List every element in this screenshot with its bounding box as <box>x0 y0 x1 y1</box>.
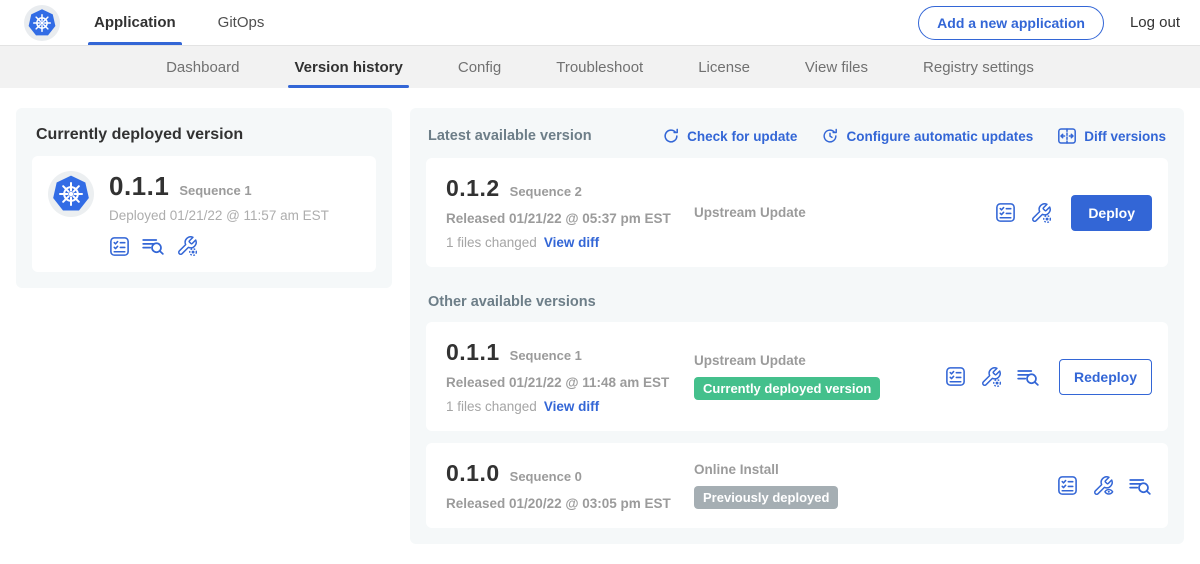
released-timestamp: Released 01/21/22 @ 11:48 am EST <box>446 375 694 390</box>
deployed-version-details: 0.1.1 Sequence 1 Deployed 01/21/22 @ 11:… <box>109 171 329 257</box>
sequence-label: Sequence 1 <box>510 348 582 363</box>
version-number: 0.1.0 <box>446 460 500 487</box>
diff-versions-label: Diff versions <box>1084 129 1166 144</box>
version-number: 0.1.1 <box>446 339 500 366</box>
version-details: 0.1.2 Sequence 2 Released 01/21/22 @ 05:… <box>446 175 694 250</box>
deployed-sequence-label: Sequence 1 <box>179 183 251 198</box>
header-actions: Add a new application Log out <box>918 6 1180 40</box>
edit-config-icon[interactable] <box>1030 202 1052 224</box>
version-history-panel: Latest available version Check for updat… <box>410 108 1184 544</box>
version-details: 0.1.1 Sequence 1 Released 01/21/22 @ 11:… <box>446 339 694 414</box>
latest-version-header: Latest available version Check for updat… <box>426 122 1168 158</box>
subnav-item-license[interactable]: License <box>698 46 750 88</box>
source-label: Upstream Update <box>694 205 995 220</box>
version-details: 0.1.0 Sequence 0 Released 01/20/22 @ 03:… <box>446 460 694 511</box>
deployed-timestamp: Deployed 01/21/22 @ 11:57 am EST <box>109 208 329 223</box>
subnav-item-config[interactable]: Config <box>458 46 501 88</box>
subnav-item-dashboard[interactable]: Dashboard <box>166 46 239 88</box>
subnav-item-registry-settings[interactable]: Registry settings <box>923 46 1034 88</box>
add-application-button[interactable]: Add a new application <box>918 6 1104 40</box>
currently-deployed-badge: Currently deployed version <box>694 377 880 400</box>
version-source: Upstream Update Currently deployed versi… <box>694 353 945 400</box>
subnav-item-troubleshoot[interactable]: Troubleshoot <box>556 46 643 88</box>
version-number: 0.1.2 <box>446 175 500 202</box>
files-changed-label: 1 files changed <box>446 235 537 250</box>
tab-gitops[interactable]: GitOps <box>216 0 267 45</box>
kubernetes-app-icon <box>48 171 94 217</box>
version-actions: Check for update Configure automatic upd… <box>662 126 1166 146</box>
version-source: Upstream Update <box>694 205 995 220</box>
release-notes-icon[interactable] <box>1057 475 1078 496</box>
check-for-update-label: Check for update <box>687 129 797 144</box>
other-versions-title: Other available versions <box>428 294 1168 310</box>
header-tabs: Application GitOps <box>92 0 266 45</box>
configure-automatic-updates-label: Configure automatic updates <box>846 129 1033 144</box>
edit-config-icon[interactable] <box>980 366 1002 388</box>
diff-icon <box>1057 126 1077 146</box>
version-row-actions: Redeploy <box>945 359 1152 395</box>
redeploy-button[interactable]: Redeploy <box>1059 359 1152 395</box>
latest-version-title: Latest available version <box>428 128 592 144</box>
edit-config-icon[interactable] <box>176 235 198 257</box>
version-row-0-1-2: 0.1.2 Sequence 2 Released 01/21/22 @ 05:… <box>426 158 1168 267</box>
version-row-0-1-0: 0.1.0 Sequence 0 Released 01/20/22 @ 03:… <box>426 443 1168 528</box>
source-label: Online Install <box>694 462 1057 477</box>
currently-deployed-title: Currently deployed version <box>36 126 376 144</box>
view-diff-link[interactable]: View diff <box>544 399 599 414</box>
release-notes-icon[interactable] <box>995 202 1016 223</box>
version-row-actions <box>1057 475 1152 497</box>
released-timestamp: Released 01/20/22 @ 03:05 pm EST <box>446 496 694 511</box>
deploy-button[interactable]: Deploy <box>1071 195 1152 231</box>
sequence-label: Sequence 0 <box>510 469 582 484</box>
view-logs-icon[interactable] <box>1128 475 1152 497</box>
currently-deployed-panel: Currently deployed version 0.1.1 Sequenc… <box>16 108 392 288</box>
release-notes-icon[interactable] <box>945 366 966 387</box>
view-logs-icon[interactable] <box>1016 366 1040 388</box>
logout-button[interactable]: Log out <box>1130 14 1180 31</box>
version-row-0-1-1: 0.1.1 Sequence 1 Released 01/21/22 @ 11:… <box>426 322 1168 431</box>
view-diff-link[interactable]: View diff <box>544 235 599 250</box>
main-content: Currently deployed version 0.1.1 Sequenc… <box>0 88 1200 564</box>
sequence-label: Sequence 2 <box>510 184 582 199</box>
diff-versions-link[interactable]: Diff versions <box>1057 126 1166 146</box>
app-header: Application GitOps Add a new application… <box>0 0 1200 45</box>
release-notes-icon[interactable] <box>109 236 130 257</box>
check-for-update-link[interactable]: Check for update <box>662 127 797 145</box>
subnav-item-view-files[interactable]: View files <box>805 46 868 88</box>
files-changed-label: 1 files changed <box>446 399 537 414</box>
schedule-update-icon <box>821 127 839 145</box>
configure-automatic-updates-link[interactable]: Configure automatic updates <box>821 127 1033 145</box>
version-source: Online Install Previously deployed <box>694 462 1057 509</box>
previously-deployed-badge: Previously deployed <box>694 486 838 509</box>
tab-application[interactable]: Application <box>92 0 178 45</box>
view-config-icon[interactable] <box>1092 475 1114 497</box>
source-label: Upstream Update <box>694 353 945 368</box>
version-row-actions: Deploy <box>995 195 1152 231</box>
view-logs-icon[interactable] <box>141 235 165 257</box>
deployed-version-number: 0.1.1 <box>109 171 169 202</box>
subnav-item-version-history[interactable]: Version history <box>294 46 402 88</box>
currently-deployed-card: 0.1.1 Sequence 1 Deployed 01/21/22 @ 11:… <box>32 156 376 272</box>
released-timestamp: Released 01/21/22 @ 05:37 pm EST <box>446 211 694 226</box>
kubernetes-logo <box>24 5 60 41</box>
app-subnav: Dashboard Version history Config Trouble… <box>0 45 1200 88</box>
refresh-icon <box>662 127 680 145</box>
